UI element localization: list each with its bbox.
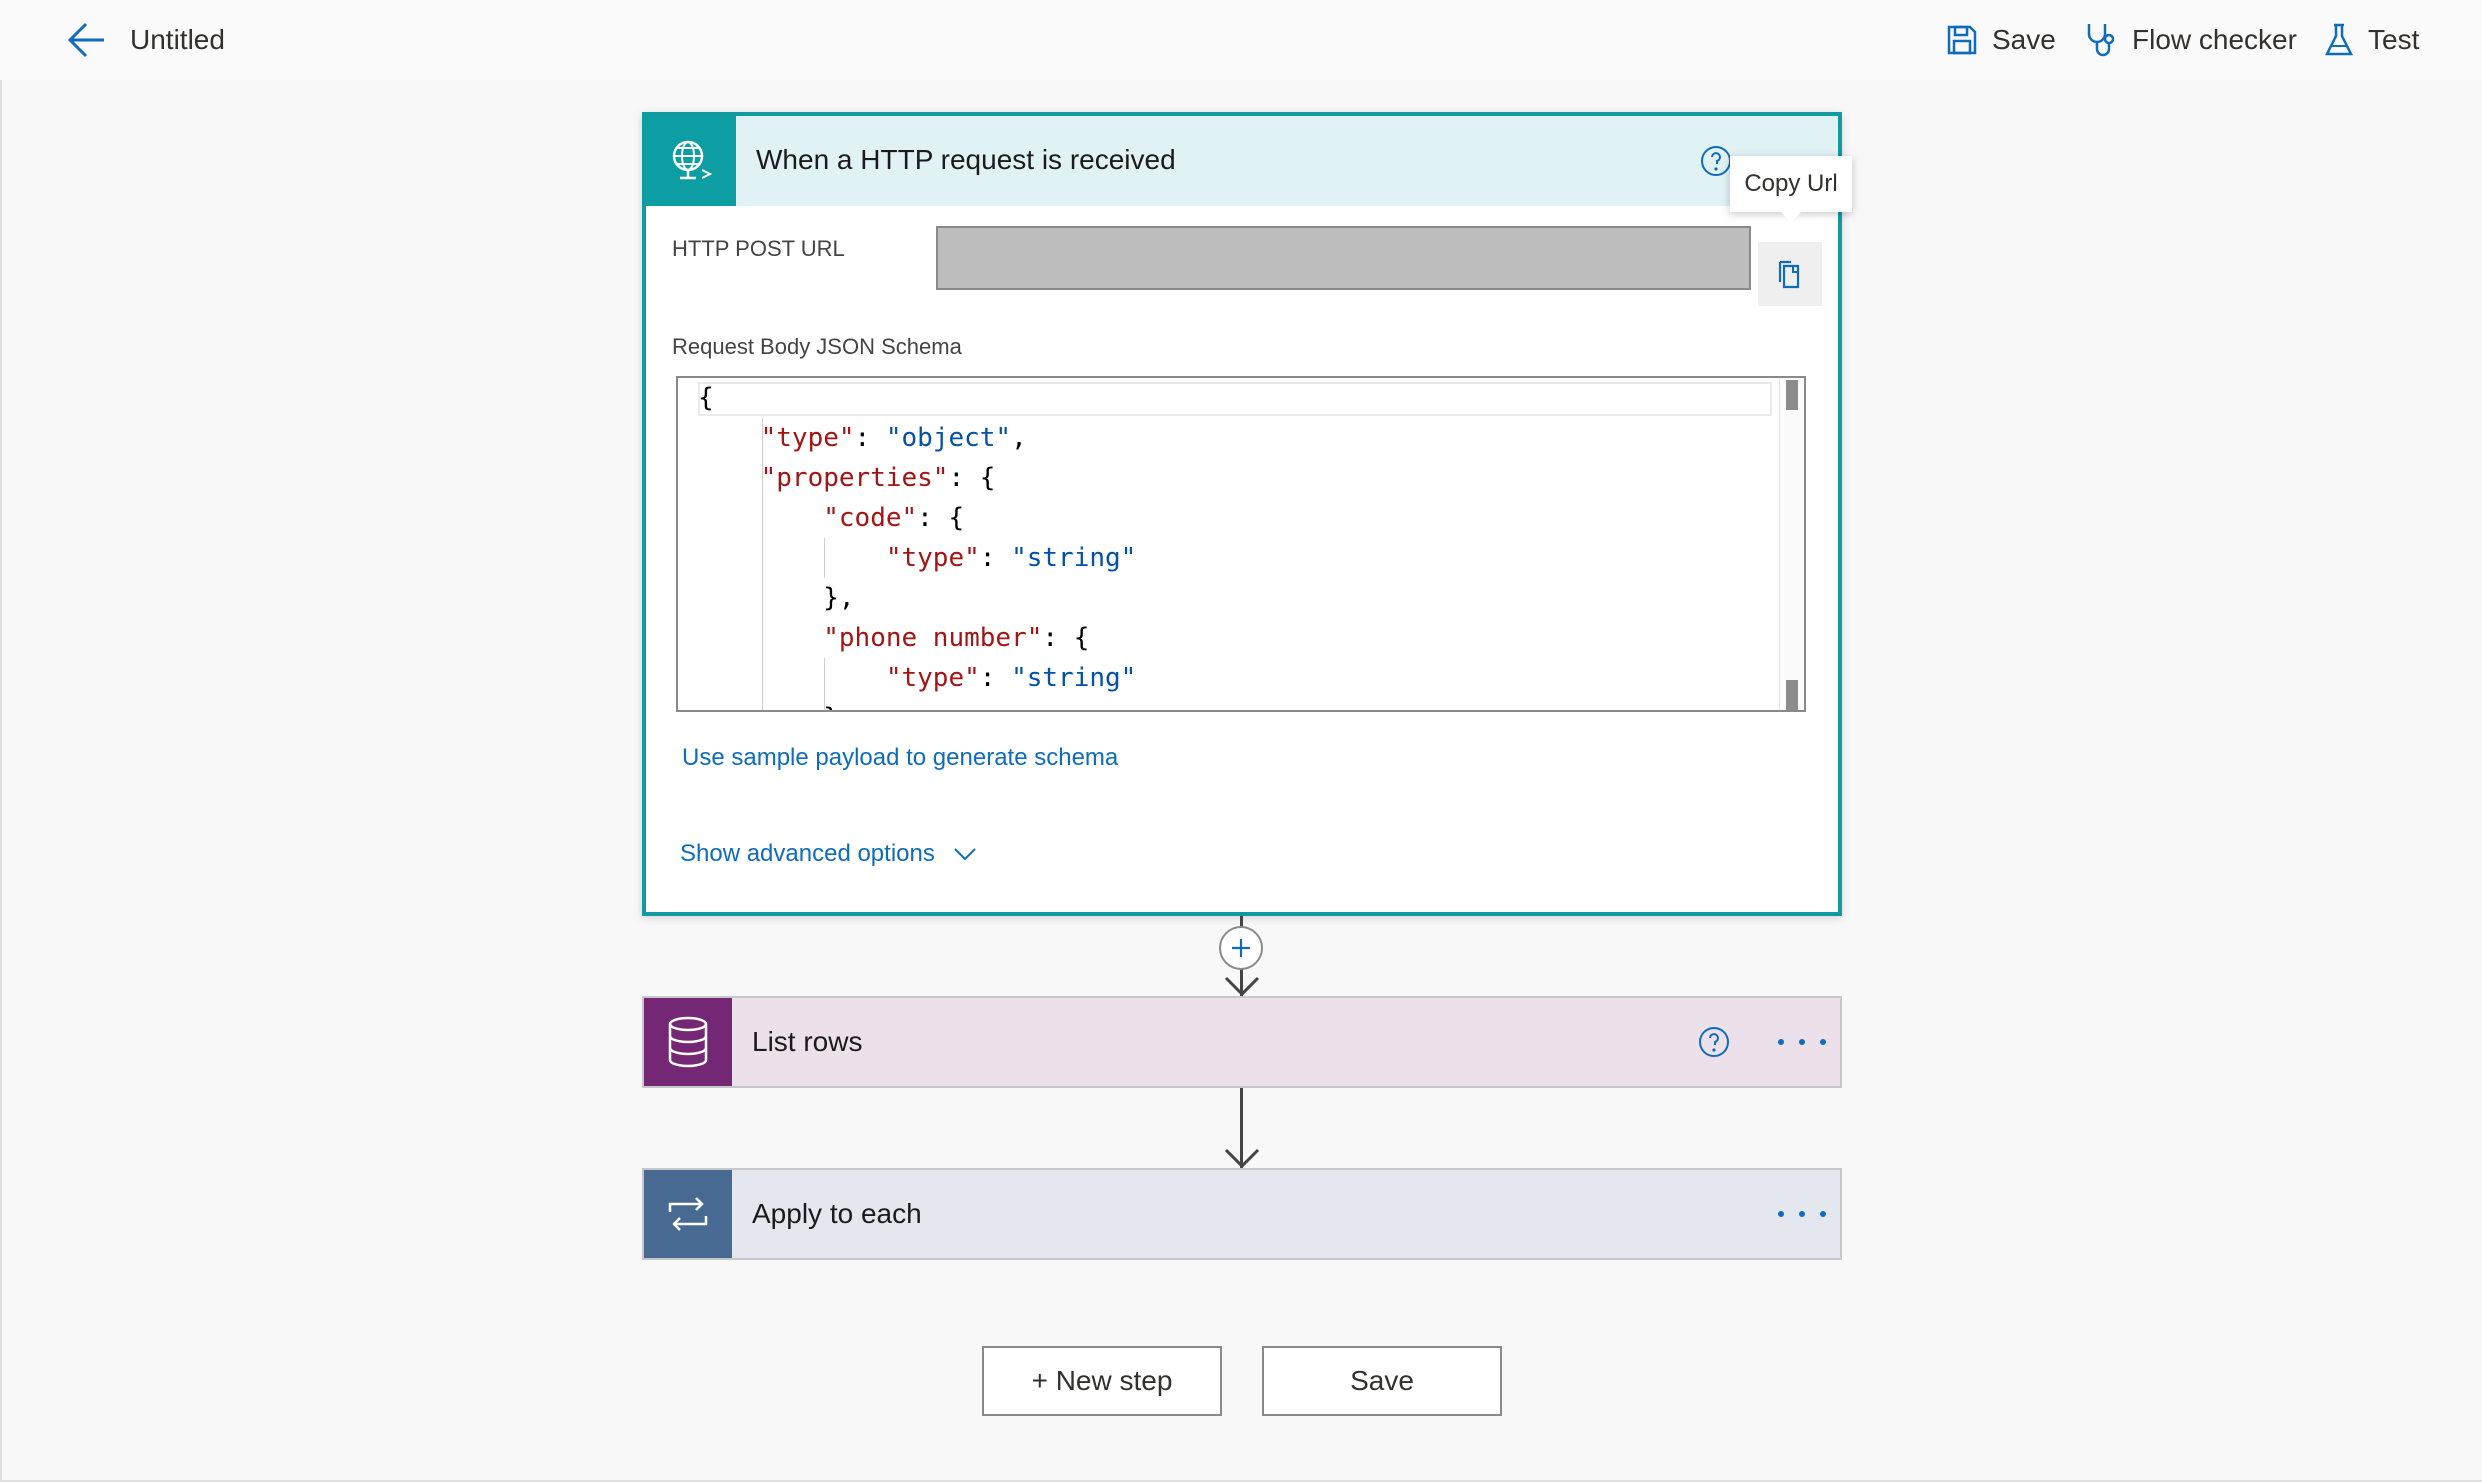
trigger-title: When a HTTP request is received xyxy=(756,144,1176,175)
copy-url-tooltip: Copy Url xyxy=(1730,156,1852,222)
http-trigger-card: When a HTTP request is received HTTP POS… xyxy=(642,112,1852,916)
arrow-down-icon xyxy=(1224,976,1260,997)
editor-scrollbar[interactable] xyxy=(1779,378,1804,710)
code-line: "phone number": { xyxy=(823,623,1090,653)
copy-url-button[interactable] xyxy=(1758,242,1822,306)
insert-step-button[interactable] xyxy=(1219,926,1263,970)
arrow-down-icon xyxy=(1224,1148,1260,1169)
help-icon[interactable] xyxy=(1700,145,1732,177)
advanced-options-label: Show advanced options xyxy=(680,840,935,867)
code-line: "type": "object", xyxy=(760,423,1027,453)
apply-to-each-card[interactable]: Apply to each xyxy=(642,1168,1842,1260)
dot xyxy=(1778,1211,1784,1217)
more-options-button[interactable] xyxy=(1778,1024,1826,1060)
http-globe-icon xyxy=(646,116,736,206)
http-post-url-label: HTTP POST URL xyxy=(672,236,845,261)
loop-icon xyxy=(644,1170,732,1258)
code-line: "type": "string" xyxy=(885,543,1137,573)
back-button[interactable] xyxy=(64,20,108,60)
list-rows-card[interactable]: List rows xyxy=(642,996,1842,1088)
stethoscope-icon xyxy=(2087,24,2115,57)
code-line: "type": "string" xyxy=(885,663,1137,693)
json-schema-editor[interactable]: { "type": "object", "properties": { "cod… xyxy=(676,376,1806,712)
save-toolbar-button[interactable]: Save xyxy=(1946,18,2056,62)
test-label: Test xyxy=(2368,24,2420,55)
scroll-thumb-bottom[interactable] xyxy=(1786,680,1798,710)
save-icon xyxy=(1947,25,1977,55)
dot xyxy=(1778,1039,1784,1045)
test-button[interactable]: Test xyxy=(2324,18,2419,62)
code-line: "code": { xyxy=(823,503,965,533)
schema-label: Request Body JSON Schema xyxy=(672,334,962,359)
beaker-icon xyxy=(2324,23,2354,56)
code-line: "properties": { xyxy=(760,463,996,493)
code-line: { xyxy=(698,383,714,413)
plus-icon xyxy=(1232,939,1250,957)
flow-title[interactable]: Untitled xyxy=(130,22,225,58)
save-button[interactable]: Save xyxy=(1262,1346,1502,1416)
arrow-left-icon xyxy=(67,22,104,58)
http-post-url-field[interactable] xyxy=(936,226,1751,290)
trigger-header[interactable]: When a HTTP request is received xyxy=(646,116,1838,206)
scroll-thumb-top[interactable] xyxy=(1786,380,1798,410)
more-options-button[interactable] xyxy=(1778,1196,1826,1232)
dot xyxy=(1820,1039,1826,1045)
chevron-down-icon xyxy=(954,848,976,861)
apply-to-each-title: Apply to each xyxy=(752,1198,922,1229)
database-icon xyxy=(644,998,732,1086)
new-step-button[interactable]: + New step xyxy=(982,1346,1222,1416)
help-icon[interactable] xyxy=(1698,1026,1730,1058)
list-rows-title: List rows xyxy=(752,1026,863,1057)
code-line: } xyxy=(698,698,1136,710)
dot xyxy=(1820,1211,1826,1217)
flow-checker-button[interactable]: Flow checker xyxy=(2084,18,2297,62)
show-advanced-options-link[interactable]: Show advanced options xyxy=(680,840,977,868)
dot xyxy=(1799,1039,1805,1045)
code-line: }, xyxy=(698,583,855,613)
sample-payload-link[interactable]: Use sample payload to generate schema xyxy=(682,744,1118,772)
flow-checker-label: Flow checker xyxy=(2132,24,2297,55)
dot xyxy=(1799,1211,1805,1217)
schema-code: { "type": "object", "properties": { "cod… xyxy=(698,378,1137,710)
copy-icon xyxy=(1778,260,1800,289)
top-bar: Untitled Save Flow checker Test xyxy=(0,0,2482,80)
save-toolbar-label: Save xyxy=(1992,24,2056,55)
